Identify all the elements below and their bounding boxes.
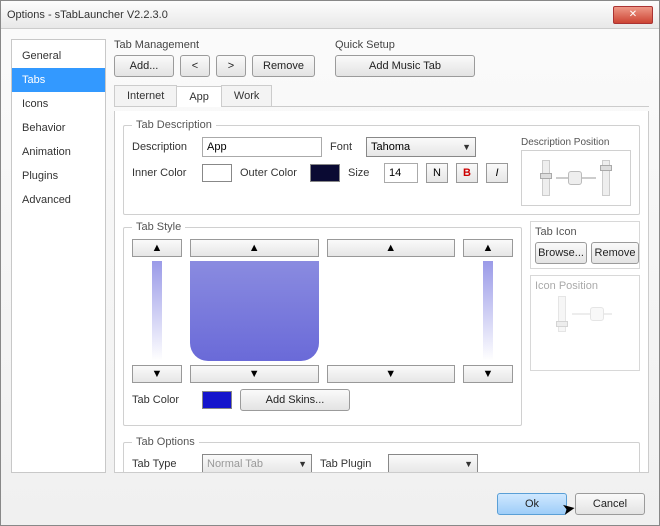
description-label: Description (132, 141, 194, 153)
style-up-1[interactable]: ▲ (132, 239, 182, 257)
titlebar: Options - sTabLauncher V2.2.3.0 ✕ (1, 1, 659, 29)
chevron-down-icon: ▼ (298, 459, 307, 469)
tab-plugin-combo[interactable]: ▼ (388, 454, 478, 473)
tab-color-label: Tab Color (132, 394, 194, 406)
inner-color-swatch[interactable] (202, 164, 232, 182)
tab-icon-label: Tab Icon (535, 226, 635, 238)
tab-panel: Tab Description Description Font Tahoma▼ (114, 111, 649, 473)
tab-app[interactable]: App (176, 86, 222, 107)
style-down-2[interactable]: ▼ (190, 365, 319, 383)
size-input[interactable] (384, 163, 418, 183)
tab-style-group: Tab Style ▲ ▼ ▲ ▼ (123, 221, 522, 426)
tab-preview-body (190, 261, 319, 361)
sidebar-item-icons[interactable]: Icons (12, 92, 105, 116)
outer-color-swatch[interactable] (310, 164, 340, 182)
tab-internet[interactable]: Internet (114, 85, 177, 106)
tab-color-swatch[interactable] (202, 391, 232, 409)
tab-description-group: Tab Description Description Font Tahoma▼ (123, 119, 640, 215)
content: General Tabs Icons Behavior Animation Pl… (1, 29, 659, 525)
style-up-2[interactable]: ▲ (190, 239, 319, 257)
ok-button[interactable]: Ok (497, 493, 567, 515)
footer: Ok Cancel (497, 493, 645, 515)
tab-type-label: Tab Type (132, 458, 194, 470)
right-pane: Tab Management Add... < > Remove Quick S… (114, 39, 649, 473)
outer-color-label: Outer Color (240, 167, 302, 179)
options-window: Options - sTabLauncher V2.2.3.0 ✕ Genera… (0, 0, 660, 526)
tab-plugin-label: Tab Plugin (320, 458, 380, 470)
inner-color-label: Inner Color (132, 167, 194, 179)
tab-description-legend: Tab Description (132, 119, 216, 131)
prev-button[interactable]: < (180, 55, 210, 77)
tab-style-legend: Tab Style (132, 221, 185, 233)
sidebar-item-advanced[interactable]: Advanced (12, 188, 105, 212)
remove-button[interactable]: Remove (252, 55, 315, 77)
content-tabs: Internet App Work (114, 85, 649, 107)
icon-position-label: Icon Position (535, 280, 635, 292)
sidebar-item-tabs[interactable]: Tabs (12, 68, 105, 92)
add-music-tab-button[interactable]: Add Music Tab (335, 55, 475, 77)
sidebar: General Tabs Icons Behavior Animation Pl… (11, 39, 106, 473)
tab-preview-left-edge (152, 261, 162, 361)
style-bold-toggle[interactable]: B (456, 163, 478, 183)
size-label: Size (348, 167, 376, 179)
tab-options-group: Tab Options Tab Type Normal Tab▼ Tab Plu… (123, 436, 640, 473)
font-label: Font (330, 141, 358, 153)
sidebar-item-plugins[interactable]: Plugins (12, 164, 105, 188)
tab-icon-group: Tab Icon Browse... Remove (530, 221, 640, 269)
quick-setup-label: Quick Setup (335, 39, 475, 51)
style-up-3[interactable]: ▲ (327, 239, 456, 257)
window-controls: ✕ (613, 6, 653, 24)
sidebar-item-behavior[interactable]: Behavior (12, 116, 105, 140)
description-input[interactable] (202, 137, 322, 157)
next-button[interactable]: > (216, 55, 246, 77)
style-normal-toggle[interactable]: N (426, 163, 448, 183)
sidebar-item-general[interactable]: General (12, 44, 105, 68)
add-button[interactable]: Add... (114, 55, 174, 77)
font-combo[interactable]: Tahoma▼ (366, 137, 476, 157)
cancel-button[interactable]: Cancel (575, 493, 645, 515)
style-down-1[interactable]: ▼ (132, 365, 182, 383)
browse-button[interactable]: Browse... (535, 242, 587, 264)
quick-setup-group: Quick Setup Add Music Tab (335, 39, 475, 77)
tab-preview-right-edge (483, 261, 493, 361)
style-italic-toggle[interactable]: I (486, 163, 508, 183)
desc-pos-label: Description Position (521, 137, 631, 148)
tab-work[interactable]: Work (221, 85, 272, 106)
tab-management-label: Tab Management (114, 39, 315, 51)
icon-remove-button[interactable]: Remove (591, 242, 639, 264)
tab-options-legend: Tab Options (132, 436, 199, 448)
close-icon[interactable]: ✕ (613, 6, 653, 24)
tab-management-group: Tab Management Add... < > Remove (114, 39, 315, 77)
add-skins-button[interactable]: Add Skins... (240, 389, 350, 411)
description-position-control[interactable] (521, 150, 631, 206)
tab-type-combo[interactable]: Normal Tab▼ (202, 454, 312, 473)
chevron-down-icon: ▼ (464, 459, 473, 469)
chevron-down-icon: ▼ (462, 142, 471, 152)
style-down-3[interactable]: ▼ (327, 365, 456, 383)
window-title: Options - sTabLauncher V2.2.3.0 (7, 9, 168, 21)
style-down-4[interactable]: ▼ (463, 365, 513, 383)
sidebar-item-animation[interactable]: Animation (12, 140, 105, 164)
icon-position-group: Icon Position (530, 275, 640, 371)
style-up-4[interactable]: ▲ (463, 239, 513, 257)
